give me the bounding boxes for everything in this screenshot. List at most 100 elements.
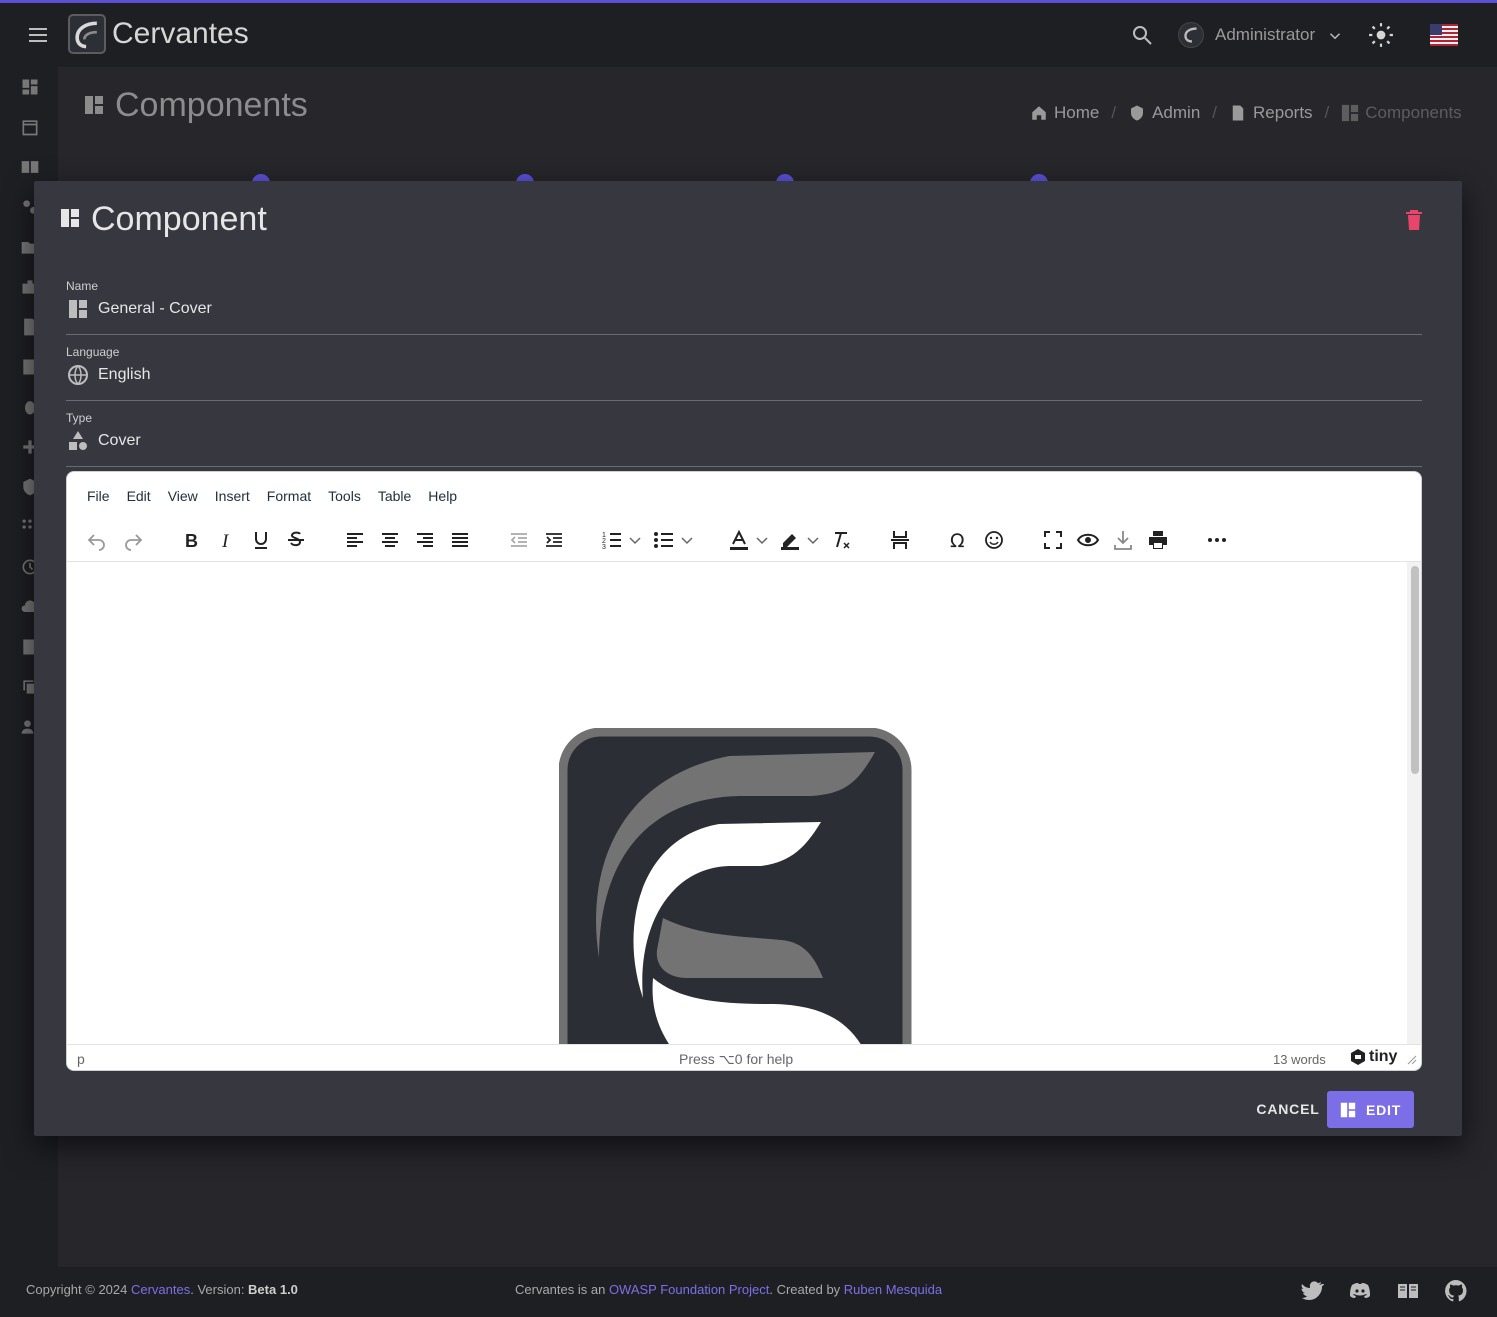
- breadcrumb-admin[interactable]: Admin: [1128, 103, 1200, 123]
- breadcrumb-home[interactable]: Home: [1030, 103, 1099, 123]
- menu-file[interactable]: File: [87, 488, 110, 504]
- tiny-logo-icon: [1351, 1049, 1365, 1065]
- language-value[interactable]: English: [98, 366, 150, 384]
- admin-shield-icon: [1131, 105, 1144, 121]
- user-avatar[interactable]: [1178, 22, 1204, 48]
- edit-button[interactable]: EDIT: [1327, 1091, 1414, 1128]
- preview-eye-icon[interactable]: [1076, 528, 1100, 552]
- page-break-icon[interactable]: [888, 528, 912, 552]
- editor-scrollbar[interactable]: [1407, 562, 1421, 1044]
- highlight-chevron-icon[interactable]: [805, 528, 821, 552]
- search-icon[interactable]: [1130, 23, 1154, 47]
- discord-icon[interactable]: [1348, 1279, 1372, 1303]
- twitter-icon[interactable]: [1300, 1279, 1325, 1303]
- footer: Copyright © 2024 Cervantes. Version: Bet…: [0, 1267, 1497, 1317]
- components-icon: [69, 300, 87, 318]
- delete-trash-icon[interactable]: [1404, 209, 1424, 231]
- type-value[interactable]: Cover: [98, 432, 141, 450]
- scrollbar-thumb[interactable]: [1411, 566, 1419, 774]
- cancel-button[interactable]: CANCEL: [1244, 1091, 1332, 1127]
- text-color-icon[interactable]: [727, 528, 751, 552]
- name-label: Name: [66, 279, 99, 293]
- social-links: [1300, 1279, 1468, 1303]
- align-center-icon[interactable]: [378, 528, 402, 552]
- menu-table[interactable]: Table: [378, 488, 411, 504]
- type-field[interactable]: Type Cover: [66, 411, 1422, 467]
- resize-handle-icon[interactable]: [1407, 1055, 1417, 1065]
- svg-text:B: B: [185, 531, 198, 551]
- italic-icon[interactable]: I: [214, 528, 238, 552]
- brand-name[interactable]: Cervantes: [112, 17, 249, 51]
- print-icon[interactable]: [1146, 528, 1170, 552]
- menu-view[interactable]: View: [168, 488, 198, 504]
- menu-edit[interactable]: Edit: [127, 488, 151, 504]
- undo-icon[interactable]: [85, 528, 109, 552]
- hamburger-menu-icon[interactable]: [26, 23, 50, 47]
- help-hint: Press ⌥0 for help: [679, 1051, 794, 1067]
- breadcrumb-reports[interactable]: Reports: [1229, 103, 1313, 123]
- home-icon: [1032, 106, 1046, 120]
- user-name[interactable]: Administrator: [1215, 25, 1315, 45]
- more-options-icon[interactable]: [1205, 528, 1229, 552]
- text-color-chevron-icon[interactable]: [754, 528, 770, 552]
- editor-content[interactable]: [67, 562, 1407, 1044]
- clear-formatting-icon[interactable]: [829, 528, 853, 552]
- redo-icon[interactable]: [121, 528, 145, 552]
- language-field[interactable]: Language English: [66, 345, 1422, 401]
- align-right-icon[interactable]: [413, 528, 437, 552]
- report-icon: [1232, 105, 1244, 121]
- svg-text:I: I: [221, 531, 230, 552]
- cervantes-link[interactable]: Cervantes: [131, 1282, 190, 1297]
- numbered-list-icon[interactable]: 123: [600, 528, 624, 552]
- dashboard-icon[interactable]: [20, 77, 40, 97]
- cervantes-cover-logo: [559, 728, 912, 1044]
- app-bar: Cervantes Administrator: [0, 3, 1497, 67]
- strikethrough-icon[interactable]: [284, 528, 308, 552]
- special-character-icon[interactable]: Ω: [947, 528, 971, 552]
- rich-text-editor: File Edit View Insert Format Tools Table…: [66, 471, 1422, 1071]
- numbered-list-chevron-icon[interactable]: [627, 528, 643, 552]
- breadcrumb: Home / Admin / Reports / Components: [1030, 103, 1462, 123]
- components-icon: [1340, 1102, 1356, 1117]
- theme-toggle-sun-icon[interactable]: [1368, 22, 1394, 48]
- emoji-icon[interactable]: [982, 528, 1006, 552]
- indent-icon[interactable]: [542, 528, 566, 552]
- bullet-list-chevron-icon[interactable]: [679, 528, 695, 552]
- menu-tools[interactable]: Tools: [328, 488, 361, 504]
- github-icon[interactable]: [1444, 1279, 1468, 1303]
- language-label: Language: [66, 345, 120, 359]
- calendar-icon[interactable]: [20, 117, 40, 137]
- components-icon: [1342, 104, 1359, 122]
- highlight-color-icon[interactable]: [778, 528, 802, 552]
- name-value[interactable]: General - Cover: [98, 300, 212, 318]
- tiny-brand[interactable]: tiny: [1349, 1048, 1397, 1066]
- align-left-icon[interactable]: [343, 528, 367, 552]
- download-icon[interactable]: [1111, 528, 1135, 552]
- us-flag-icon[interactable]: [1430, 24, 1458, 46]
- menu-insert[interactable]: Insert: [215, 488, 250, 504]
- components-icon: [61, 209, 79, 227]
- documentation-book-icon[interactable]: [1396, 1279, 1420, 1303]
- menu-help[interactable]: Help: [428, 488, 457, 504]
- globe-icon: [68, 365, 88, 385]
- fullscreen-icon[interactable]: [1041, 528, 1065, 552]
- element-path[interactable]: p: [77, 1051, 85, 1067]
- owasp-link[interactable]: OWASP Foundation Project: [609, 1282, 769, 1297]
- book-icon[interactable]: [20, 157, 40, 177]
- align-justify-icon[interactable]: [448, 528, 472, 552]
- chevron-down-icon[interactable]: [1326, 27, 1344, 45]
- editor-statusbar: p Press ⌥0 for help 13 words tiny: [67, 1044, 1421, 1070]
- svg-text:3: 3: [602, 544, 606, 551]
- bullet-list-icon[interactable]: [652, 528, 676, 552]
- underline-icon[interactable]: [249, 528, 273, 552]
- svg-text:Ω: Ω: [950, 530, 965, 552]
- editor-menubar: File Edit View Insert Format Tools Table…: [87, 488, 457, 504]
- bold-icon[interactable]: B: [179, 528, 203, 552]
- author-link[interactable]: Ruben Mesquida: [844, 1282, 942, 1297]
- outdent-icon[interactable]: [507, 528, 531, 552]
- project-info: Cervantes is an OWASP Foundation Project…: [515, 1282, 943, 1297]
- word-count[interactable]: 13 words: [1273, 1052, 1326, 1067]
- menu-format[interactable]: Format: [267, 488, 311, 504]
- name-field[interactable]: Name General - Cover: [66, 279, 1422, 335]
- brand-logo[interactable]: [68, 14, 106, 54]
